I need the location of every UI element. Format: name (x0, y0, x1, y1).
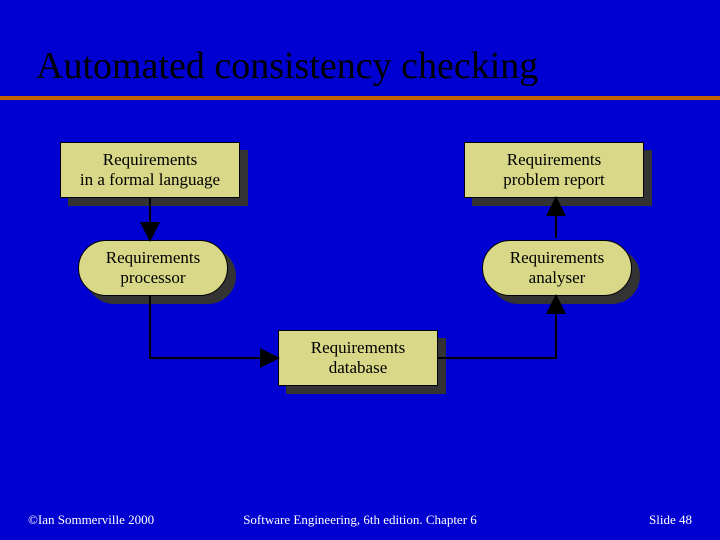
footer-center: Software Engineering, 6th edition. Chapt… (0, 512, 720, 528)
box-line: in a formal language (80, 170, 220, 190)
box-line: database (329, 358, 388, 378)
box-requirements-formal: Requirements in a formal language (60, 142, 240, 198)
slide-number: 48 (679, 512, 692, 527)
footer-slide: Slide 48 (649, 512, 692, 528)
box-line: processor (120, 268, 185, 288)
box-requirements-analyser: Requirements analyser (482, 240, 632, 296)
box-line: Requirements (510, 248, 604, 268)
diagram-area: Requirements in a formal language Requir… (0, 130, 720, 470)
box-line: Requirements (106, 248, 200, 268)
slide-label: Slide (649, 512, 676, 527)
box-requirements-processor: Requirements processor (78, 240, 228, 296)
box-line: Requirements (507, 150, 601, 170)
slide-title: Automated consistency checking (36, 44, 538, 88)
box-line: Requirements (103, 150, 197, 170)
title-underline (0, 96, 720, 100)
box-line: problem report (503, 170, 605, 190)
box-line: Requirements (311, 338, 405, 358)
box-line: analyser (529, 268, 586, 288)
box-requirements-database: Requirements database (278, 330, 438, 386)
box-requirements-report: Requirements problem report (464, 142, 644, 198)
